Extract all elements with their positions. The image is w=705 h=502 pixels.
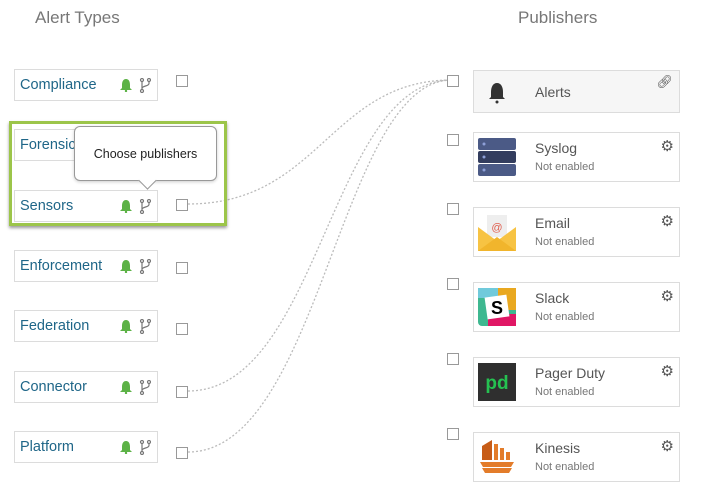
branch-icon[interactable] [139, 78, 151, 93]
bell-icon [489, 83, 505, 104]
publisher-pager-duty[interactable]: pd Pager Duty Not enabled ⚙ [473, 357, 680, 407]
publisher-kinesis[interactable]: Kinesis Not enabled ⚙ [473, 432, 680, 482]
alert-type-platform[interactable]: Platform [14, 431, 158, 463]
publisher-name: Syslog [535, 140, 578, 156]
branch-icon[interactable] [139, 319, 151, 334]
svg-text:S: S [491, 298, 503, 318]
bell-icon [120, 441, 132, 454]
publisher-status: Not enabled [535, 311, 595, 323]
pagerduty-logo-icon: pd [478, 363, 516, 401]
email-envelope-icon: @ [478, 215, 516, 251]
publisher-name: Slack [535, 290, 570, 306]
publisher-status: Not enabled [535, 461, 595, 473]
connection-sensors-alerts [187, 79, 453, 205]
alert-type-enforcement[interactable]: Enforcement [14, 250, 158, 282]
publisher-name: Alerts [535, 84, 571, 100]
kinesis-logo-icon [480, 440, 514, 473]
alert-type-connector[interactable]: Connector [14, 371, 158, 403]
publisher-slack[interactable]: S Slack Not enabled ⚙ [473, 282, 680, 332]
publisher-name: Pager Duty [535, 365, 606, 381]
publisher-status: Not enabled [535, 386, 595, 398]
link-icon[interactable]: 🔗︎ [656, 74, 673, 90]
connection-platform-alerts [187, 79, 453, 453]
branch-icon[interactable] [139, 380, 151, 395]
publisher-name: Kinesis [535, 440, 581, 456]
publisher-status: Not enabled [535, 161, 595, 173]
alert-type-label: Compliance [20, 77, 97, 93]
publisher-checkbox[interactable] [447, 203, 459, 215]
syslog-server-icon [478, 138, 516, 176]
branch-icon[interactable] [139, 259, 151, 274]
alert-type-label: Enforcement [20, 258, 103, 274]
publisher-status: Not enabled [535, 236, 595, 248]
bell-icon [120, 260, 132, 273]
publisher-email[interactable]: @ Email Not enabled ⚙ [473, 207, 680, 257]
alert-type-label: Platform [20, 439, 74, 455]
publisher-checkbox[interactable] [447, 134, 459, 146]
tooltip-text: Choose publishers [93, 147, 198, 161]
bell-icon [120, 320, 132, 333]
svg-text:@: @ [491, 222, 502, 234]
publisher-name: Email [535, 215, 571, 231]
alert-type-checkbox[interactable] [176, 447, 188, 459]
alert-type-checkbox[interactable] [176, 262, 188, 274]
alerts-publisher-checkbox[interactable] [447, 75, 459, 87]
publisher-checkbox[interactable] [447, 428, 459, 440]
publisher-checkbox[interactable] [447, 278, 459, 290]
gear-icon[interactable]: ⚙ [661, 137, 674, 155]
alert-type-checkbox[interactable] [176, 75, 188, 87]
alert-type-label: Connector [20, 379, 87, 395]
slack-logo-icon: S [478, 288, 516, 326]
bell-icon [120, 381, 132, 394]
alert-type-label: Federation [20, 318, 90, 334]
publisher-checkbox[interactable] [447, 353, 459, 365]
gear-icon[interactable]: ⚙ [661, 437, 674, 455]
alert-type-checkbox[interactable] [176, 386, 188, 398]
publisher-alerts[interactable]: Alerts 🔗︎ [473, 70, 680, 113]
choose-publishers-tooltip: Choose publishers [74, 126, 217, 181]
alert-type-checkbox[interactable] [176, 323, 188, 335]
branch-icon[interactable] [139, 440, 151, 455]
gear-icon[interactable]: ⚙ [661, 212, 674, 230]
svg-text:pd: pd [485, 373, 508, 394]
bell-icon [120, 79, 132, 92]
gear-icon[interactable]: ⚙ [661, 287, 674, 305]
gear-icon[interactable]: ⚙ [661, 362, 674, 380]
alert-type-compliance[interactable]: Compliance [14, 69, 158, 101]
alert-type-federation[interactable]: Federation [14, 310, 158, 342]
connection-connector-alerts [187, 79, 453, 392]
publisher-syslog[interactable]: Syslog Not enabled ⚙ [473, 132, 680, 182]
